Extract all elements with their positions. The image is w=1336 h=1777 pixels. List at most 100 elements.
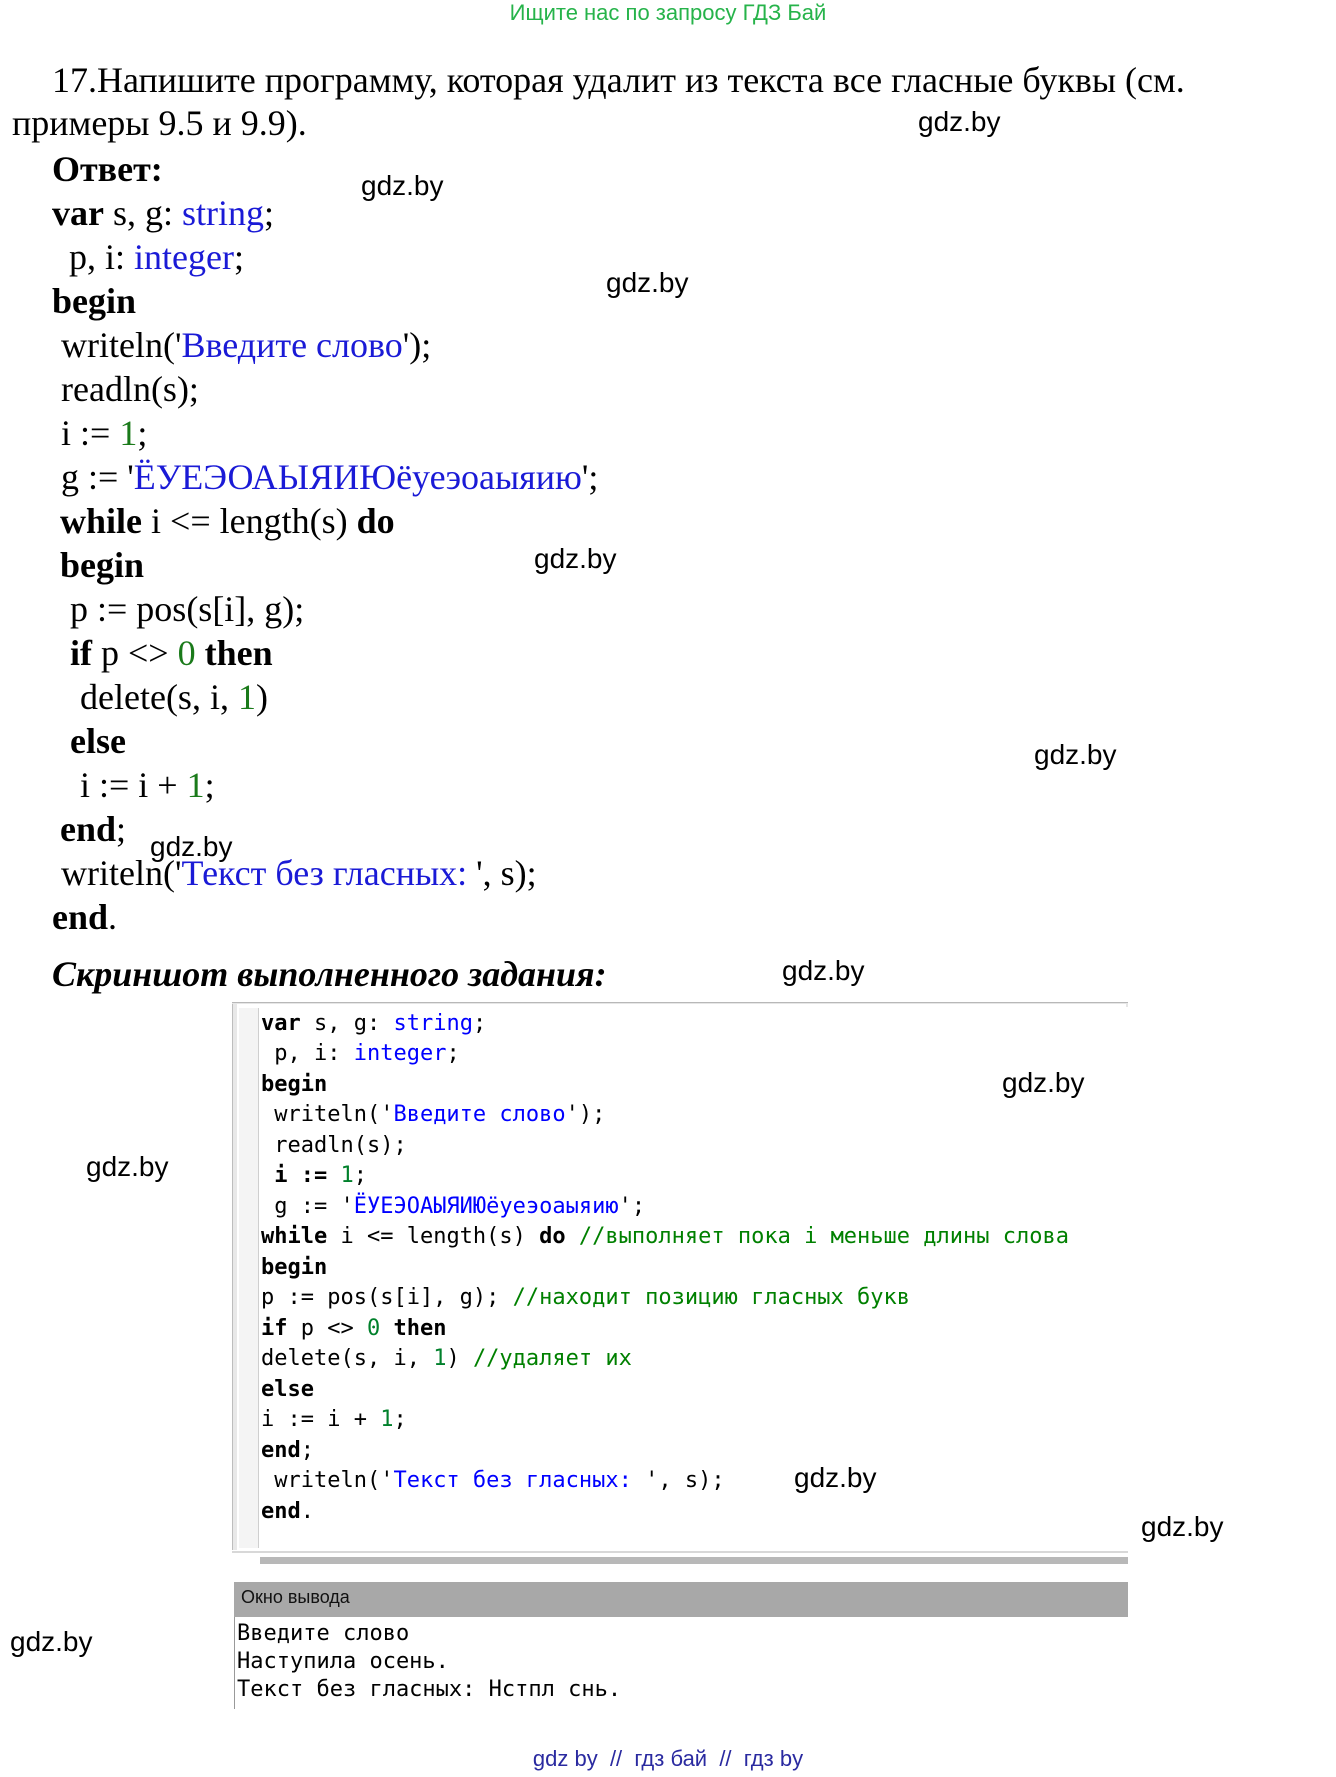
code-text: p <> — [92, 633, 178, 673]
task-text-line1: 17.Напишите программу, которая удалит из… — [52, 60, 1185, 100]
code-text: i := — [261, 1163, 341, 1188]
code-line-else: else — [70, 721, 126, 761]
output-window-title: Окно вывода — [241, 1587, 350, 1607]
kw-if: if — [261, 1316, 288, 1341]
type-integer: integer — [134, 237, 234, 277]
kw-while: while — [60, 501, 143, 541]
type-integer: integer — [353, 1041, 447, 1066]
watermark: gdz.by — [1002, 1067, 1085, 1098]
code-text: '; — [581, 457, 599, 497]
code-text: p, i: — [60, 237, 135, 277]
code-text: writeln(' — [52, 325, 182, 365]
ide-line-pi: p, i: integer; — [261, 1039, 460, 1070]
code-text: p <> — [287, 1316, 367, 1341]
watermark: gdz.by — [606, 267, 689, 298]
kw-end: end — [60, 809, 117, 849]
code-line-begin-inner: begin — [60, 545, 145, 585]
comment-delete: //удаляет их — [472, 1346, 632, 1371]
screenshot-heading: Скриншот выполненного задания: — [52, 954, 607, 994]
code-number: 1 — [237, 677, 256, 717]
header-banner: Ищите нас по запросу ГДЗ Бай — [509, 0, 827, 25]
kw-then: then — [393, 1316, 447, 1341]
ide-line-else: else — [261, 1375, 314, 1406]
code-line-end: end. — [52, 895, 117, 939]
code-text: s, g: — [300, 1011, 394, 1036]
kw-while: while — [261, 1224, 328, 1249]
ide-line-writeln-result: writeln('Текст без гласных: ', s); — [261, 1466, 724, 1497]
code-text: p, i: — [261, 1041, 354, 1066]
editor-gutter — [239, 1008, 259, 1548]
kw-end: end — [52, 897, 109, 937]
code-line-g-assign: g := 'ЁУЕЭОАЫЯИЮёуеэоаыяию'; — [52, 455, 598, 499]
code-number: 1 — [340, 1163, 354, 1188]
code-string: ЁУЕЭОАЫЯИЮёуеэоаыяию — [133, 457, 582, 497]
answer-label: Ответ: — [52, 149, 163, 189]
code-text: g := ' — [52, 457, 134, 497]
code-line-pi: p, i: integer; — [60, 235, 244, 279]
output-line: Введите слово — [237, 1621, 410, 1646]
kw-end: end — [261, 1438, 301, 1463]
code-semicolon: ; — [264, 193, 275, 233]
editor-horizontal-scrollbar[interactable] — [260, 1557, 1128, 1564]
ide-line-if: if p <> 0 then — [261, 1314, 446, 1345]
code-semicolon: ; — [233, 237, 244, 277]
kw-var: var — [52, 193, 104, 233]
code-dot: . — [300, 1499, 314, 1524]
code-line-readln: readln(s); — [52, 369, 199, 409]
kw-end: end — [261, 1499, 301, 1524]
code-text: i := i + — [80, 765, 187, 805]
output-line: Наступила осень. — [237, 1649, 449, 1674]
watermark: gdz.by — [794, 1462, 877, 1493]
kw-var: var — [261, 1011, 301, 1036]
watermark: gdz.by — [361, 170, 444, 201]
code-text: ', s); — [476, 853, 537, 893]
code-semicolon: ; — [204, 765, 215, 805]
code-text: '); — [402, 325, 432, 365]
code-string: Текст без гласных: — [393, 1468, 646, 1493]
ide-line-end-inner: end; — [261, 1436, 314, 1467]
code-number: 1 — [186, 765, 205, 805]
code-text: i := i + — [261, 1407, 381, 1432]
code-text: delete(s, i, — [261, 1346, 434, 1371]
kw-do: do — [356, 501, 395, 541]
code-line-end-inner: end; — [60, 807, 126, 851]
ide-line-writeln: writeln('Введите слово'); — [261, 1100, 605, 1131]
ide-line-g-assign: g := 'ЁУЕЭОАЫЯИЮёуеэоаыяию'; — [261, 1192, 645, 1223]
code-semicolon: ; — [446, 1041, 460, 1066]
code-number: 1 — [119, 413, 138, 453]
watermark: gdz.by — [534, 543, 617, 574]
footer: gdz by // гдз бай // гдз by — [532, 1746, 804, 1771]
ide-line-var: var s, g: string; — [261, 1009, 486, 1040]
output-line: Текст без гласных: Нстпл снь. — [237, 1677, 622, 1702]
code-line-delete: delete(s, i, 1) — [80, 675, 268, 719]
code-string: ЁУЕЭОАЫЯИЮёуеэоаыяию — [353, 1194, 619, 1219]
code-dot: . — [108, 897, 118, 937]
code-line-i-assign: i := 1; — [52, 411, 147, 455]
code-line-while: while i <= length(s) do — [60, 499, 395, 543]
ide-line-delete: delete(s, i, 1) //удаляет их — [261, 1344, 632, 1375]
code-number: 0 — [177, 633, 196, 673]
watermark: gdz.by — [10, 1626, 93, 1657]
ide-line-begin-inner: begin — [261, 1253, 327, 1284]
code-line-var: var s, g: string; — [52, 191, 274, 235]
kw-if: if — [70, 633, 92, 673]
editor-left-border — [232, 1004, 237, 1550]
code-semicolon: ; — [472, 1011, 487, 1036]
watermark: gdz.by — [150, 831, 233, 862]
code-semicolon: ; — [353, 1163, 367, 1188]
code-number: 1 — [380, 1407, 394, 1432]
ide-line-while: ; while i <= length(s) do //выполняет по… — [261, 1222, 1069, 1253]
output-window-header — [234, 1582, 1128, 1617]
code-line-writeln-result: writeln('Текст без гласных: ', s); — [52, 851, 537, 895]
code-text: '); — [565, 1102, 606, 1127]
code-semicolon: ; — [393, 1407, 407, 1432]
code-number: 0 — [366, 1316, 381, 1341]
ide-line-readln: readln(s); — [261, 1133, 407, 1158]
code-line-writeln: writeln('Введите слово'); — [52, 323, 431, 367]
code-string: Введите слово — [393, 1102, 566, 1127]
kw-then: then — [204, 633, 273, 673]
code-text: i <= length(s) — [327, 1224, 540, 1249]
type-string: string — [393, 1011, 473, 1036]
code-text: delete(s, i, — [80, 677, 238, 717]
code-semicolon: ; — [300, 1438, 314, 1463]
